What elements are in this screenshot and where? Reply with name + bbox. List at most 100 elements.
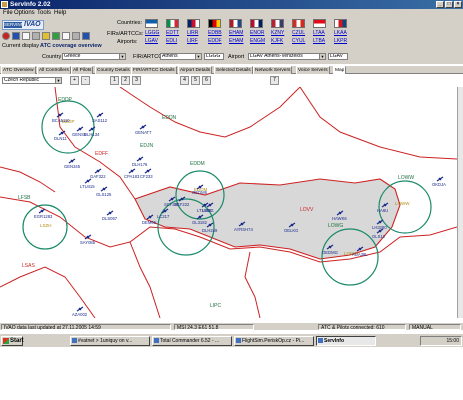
airport-link-ltba[interactable]: LTBA bbox=[313, 38, 325, 44]
info-icon[interactable] bbox=[62, 32, 70, 40]
current-display-value: ATC coverage overview bbox=[40, 43, 102, 49]
airport-select[interactable]: LGAV Athens-Venizelos ▼ bbox=[248, 53, 326, 60]
airport-link-kjfk[interactable]: KJFK bbox=[271, 38, 283, 44]
fir-link-kzny[interactable]: KZNY bbox=[271, 30, 284, 36]
flag-greece-icon[interactable] bbox=[145, 19, 158, 28]
menu-tools[interactable]: Tools bbox=[37, 10, 51, 16]
flag-germany-icon[interactable] bbox=[208, 19, 221, 28]
fir-link-lkaa[interactable]: LKAA bbox=[334, 30, 347, 36]
flag-turkey-icon[interactable] bbox=[313, 19, 326, 28]
map-layer-6-button[interactable]: 6 bbox=[202, 76, 211, 85]
tab-voice-servers[interactable]: Voice Servers bbox=[296, 66, 330, 74]
globe-icon[interactable] bbox=[52, 32, 60, 40]
taskbar-item-servinfo[interactable]: ServInfo bbox=[316, 336, 376, 346]
fir-select-value: Athens bbox=[162, 53, 178, 59]
map-country-select[interactable]: Czech Republic ▼ bbox=[2, 77, 62, 84]
airport-link-lkpr[interactable]: LKPR bbox=[334, 38, 347, 44]
airport-code-value: LGAV bbox=[330, 53, 343, 59]
fir-link-edtt[interactable]: EDTT bbox=[166, 30, 179, 36]
map-layer-2-button[interactable]: 2 bbox=[121, 76, 130, 85]
aircraft-callsign: DEM66 bbox=[142, 220, 157, 225]
aircraft-callsign: GENAT7 bbox=[135, 130, 152, 135]
zoom-in-button[interactable]: + bbox=[70, 76, 79, 85]
airport-link-lirf[interactable]: LIRF bbox=[187, 38, 198, 44]
settings-icon[interactable] bbox=[72, 32, 80, 40]
zoom-out-button[interactable]: - bbox=[81, 76, 90, 85]
aircraft-callsign: LTU415 bbox=[80, 184, 95, 189]
fir-label: EDJN bbox=[140, 143, 153, 149]
status-connected-count: ATC & Pilots connected: 610 bbox=[318, 324, 406, 331]
maximize-button[interactable]: □ bbox=[445, 1, 453, 8]
aircraft-callsign: SCF201 bbox=[164, 202, 180, 207]
airport-link-eham[interactable]: EHAM bbox=[229, 38, 243, 44]
tab-selected-details[interactable]: Selected Details bbox=[214, 66, 253, 74]
map-layer-1-button[interactable]: 1 bbox=[110, 76, 119, 85]
fir-label: LOWG bbox=[328, 223, 343, 229]
help-icon[interactable] bbox=[82, 32, 90, 40]
airport-link-lgav[interactable]: LGAV bbox=[145, 38, 158, 44]
station-label: LSZH bbox=[40, 223, 52, 228]
tab-network-servers[interactable]: Network Servers bbox=[253, 66, 293, 74]
close-button[interactable]: × bbox=[454, 1, 462, 8]
fir-link-czul[interactable]: CZUL bbox=[292, 30, 305, 36]
airport-link-engm[interactable]: ENGM bbox=[250, 38, 265, 44]
tab-all-pilots[interactable]: All Pilots bbox=[71, 66, 94, 74]
print-icon[interactable] bbox=[32, 32, 40, 40]
fir-link-ltaa[interactable]: LTAA bbox=[313, 30, 325, 36]
menu-options[interactable]: Options bbox=[14, 10, 35, 16]
map-canvas[interactable]: EDDP EDDN EDFF EDDM LOVV LOWW LFSB LSAS LOWG LIPC… bbox=[0, 86, 458, 319]
airport-link-eddf[interactable]: EDDF bbox=[208, 38, 222, 44]
map-layer-5-button[interactable]: 5 bbox=[191, 76, 200, 85]
flag-italy-icon[interactable] bbox=[166, 19, 179, 28]
clock: 15:00 bbox=[446, 338, 459, 344]
fir-link-enor[interactable]: ENOR bbox=[250, 30, 264, 36]
map-scrollbar[interactable] bbox=[457, 87, 463, 318]
flag-usa-icon[interactable] bbox=[271, 19, 284, 28]
fir-link-edbb[interactable]: EDBB bbox=[208, 30, 222, 36]
fir-link-lirr[interactable]: LIRR bbox=[187, 30, 198, 36]
taskbar-item-total-commander[interactable]: Total Commander 6.52 - ... bbox=[152, 336, 232, 346]
fir-label: EDDM bbox=[190, 161, 205, 167]
task-label: FlightSim.PeriskOp.cz - Pi... bbox=[242, 338, 305, 344]
airport-select-value: LGAV Athens-Venizelos bbox=[250, 53, 303, 59]
flag-canada-icon[interactable] bbox=[292, 19, 305, 28]
tab-fir-details[interactable]: FIR/ARTCC Details bbox=[131, 66, 177, 74]
tab-country-details[interactable]: Country Details bbox=[95, 66, 132, 74]
document-icon[interactable] bbox=[22, 32, 30, 40]
aircraft-callsign: HA6U bbox=[377, 208, 388, 213]
flag-netherlands-icon[interactable] bbox=[229, 19, 242, 28]
flag-czech-republic-icon[interactable] bbox=[334, 19, 347, 28]
menu-help[interactable]: Help bbox=[54, 10, 66, 16]
taskbar-item-vatnet[interactable]: #vatnet > 1uniquy on v... bbox=[70, 336, 150, 346]
fir-code-field[interactable]: LGGG bbox=[204, 53, 224, 60]
map-country-select-value: Czech Republic bbox=[4, 77, 40, 83]
atc-map[interactable]: EDDP EDDN EDFF EDDM LOVV LOWW LFSB LSAS LOWG LIPC… bbox=[0, 86, 458, 319]
folder-icon bbox=[154, 338, 159, 343]
tab-atc-overview[interactable]: ATC Overview bbox=[1, 66, 36, 74]
map-layer-4-button[interactable]: 4 bbox=[180, 76, 189, 85]
menu-file[interactable]: File bbox=[3, 10, 13, 16]
airport-link-edli[interactable]: EDLI bbox=[166, 38, 177, 44]
folder-icon[interactable] bbox=[42, 32, 50, 40]
flag-norway-icon[interactable] bbox=[250, 19, 263, 28]
minimize-button[interactable]: _ bbox=[436, 1, 444, 8]
tab-map[interactable]: Map bbox=[333, 66, 347, 74]
refresh-icon[interactable] bbox=[12, 32, 20, 40]
map-layer-7-button[interactable]: 7 bbox=[270, 76, 279, 85]
country-select[interactable]: Greece ▼ bbox=[62, 53, 126, 60]
tab-all-controllers[interactable]: All Controllers bbox=[37, 66, 71, 74]
fir-link-lggg[interactable]: LGGG bbox=[145, 30, 159, 36]
start-button[interactable]: Start bbox=[1, 336, 24, 346]
tab-airport-details[interactable]: Airport Details bbox=[178, 66, 213, 74]
ivao-logo: IVAO bbox=[24, 21, 41, 28]
airport-code-field[interactable]: LGAV bbox=[328, 53, 348, 60]
aircraft-callsign: GEN345 bbox=[64, 164, 81, 169]
map-layer-3-button[interactable]: 3 bbox=[132, 76, 141, 85]
airport-link-cyul[interactable]: CYUL bbox=[292, 38, 305, 44]
fir-link-eham[interactable]: EHAM bbox=[229, 30, 243, 36]
taskbar-item-browser[interactable]: FlightSim.PeriskOp.cz - Pi... bbox=[234, 336, 314, 346]
fir-select[interactable]: Athens ▼ bbox=[160, 53, 202, 60]
chevron-down-icon: ▼ bbox=[119, 54, 125, 59]
flag-united-kingdom-icon[interactable] bbox=[187, 19, 200, 28]
disconnect-icon[interactable] bbox=[2, 32, 10, 40]
